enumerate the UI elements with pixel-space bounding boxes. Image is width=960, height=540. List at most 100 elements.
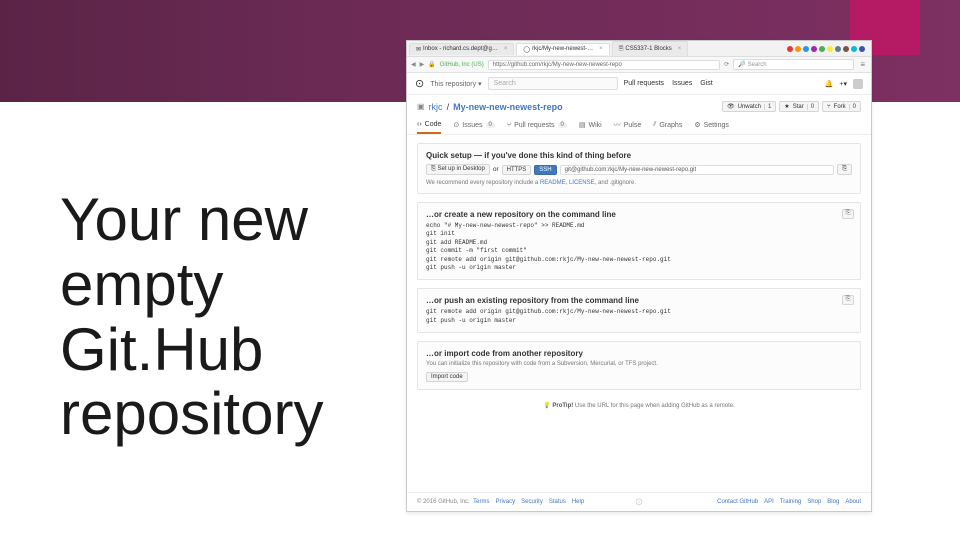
- push-repo-panel: ⎘ …or push an existing repository from t…: [417, 288, 861, 333]
- create-repo-commands: echo "# My-new-new-newest-repo" >> READM…: [426, 222, 852, 272]
- extension-icon[interactable]: [795, 46, 801, 52]
- extension-icon[interactable]: [819, 46, 825, 52]
- avatar[interactable]: [853, 79, 863, 89]
- tab-code[interactable]: ‹› Code: [417, 120, 441, 134]
- footer-link[interactable]: About: [845, 499, 861, 505]
- lock-icon: 🔒: [428, 61, 435, 68]
- nav-pull-requests[interactable]: Pull requests: [624, 80, 664, 87]
- browser-window: ✉ Inbox - richard.cs.dept@g… × ◯ rkjc/My…: [406, 40, 872, 512]
- nav-gist[interactable]: Gist: [700, 80, 712, 87]
- site-identity: GitHub, Inc (US): [440, 62, 484, 68]
- repo-header: ▣ rkjc / My-new-new-newest-repo 👁 Unwatc…: [407, 95, 871, 135]
- github-logo-icon: ⊙: [635, 497, 643, 508]
- tab-issues[interactable]: ⊙ Issues 0: [453, 120, 494, 134]
- slide-title: Your new empty Git.Hub repository: [60, 188, 390, 447]
- browser-tab[interactable]: 🗎 CS5337-1 Blocks ×: [612, 41, 689, 56]
- github-icon: ◯: [523, 46, 530, 53]
- search-placeholder: Search: [748, 62, 767, 68]
- or-label: or: [493, 166, 499, 173]
- github-footer: © 2016 GitHub, Inc. Terms Privacy Security…: [407, 492, 871, 511]
- github-topnav: ⊙ This repository ▾ Search Pull requests…: [407, 73, 871, 95]
- copy-icon[interactable]: ⎘: [842, 295, 854, 305]
- repo-tabs: ‹› Code ⊙ Issues 0 ⑂ Pull requests 0 ▤ W…: [417, 120, 861, 134]
- unwatch-button[interactable]: 👁 Unwatch1: [722, 101, 776, 112]
- tab-pull-requests[interactable]: ⑂ Pull requests 0: [507, 120, 567, 134]
- copy-icon[interactable]: ⎘: [842, 209, 854, 219]
- footer-link[interactable]: Help: [572, 499, 584, 505]
- browser-tab[interactable]: ✉ Inbox - richard.cs.dept@g… ×: [409, 43, 514, 55]
- path-separator: /: [447, 102, 450, 112]
- extension-icon[interactable]: [787, 46, 793, 52]
- reload-icon[interactable]: ⟳: [724, 61, 729, 68]
- clone-url-field[interactable]: git@github.com:rkjc/My-new-new-newest-re…: [560, 165, 835, 175]
- footer-link[interactable]: Blog: [827, 499, 839, 505]
- https-button[interactable]: HTTPS: [502, 165, 532, 175]
- extension-icon[interactable]: [803, 46, 809, 52]
- github-nav-links: Pull requests Issues Gist: [624, 80, 713, 87]
- repo-icon: ▣: [417, 102, 425, 111]
- footer-link[interactable]: Privacy: [495, 499, 515, 505]
- extension-icon[interactable]: [827, 46, 833, 52]
- search-icon: 🔎: [738, 61, 745, 68]
- nav-issues[interactable]: Issues: [672, 80, 692, 87]
- quick-setup-panel: Quick setup — if you've done this kind o…: [417, 143, 861, 194]
- footer-link[interactable]: Terms: [473, 499, 489, 505]
- footer-link[interactable]: Contact GitHub: [717, 499, 758, 505]
- back-icon[interactable]: ◀: [411, 61, 416, 68]
- import-repo-title: …or import code from another repository: [426, 349, 852, 358]
- tab-settings[interactable]: ⚙ Settings: [694, 120, 729, 134]
- tab-label: CS5337-1 Blocks: [625, 46, 671, 52]
- quick-setup-hint: We recommend every repository include a …: [426, 180, 852, 186]
- ssh-button[interactable]: SSH: [534, 165, 556, 175]
- notifications-icon[interactable]: 🔔: [825, 80, 834, 88]
- tab-label: Inbox - richard.cs.dept@g…: [423, 46, 498, 52]
- fork-button[interactable]: ⑂ Fork0: [822, 101, 861, 112]
- footer-copyright: © 2016 GitHub, Inc.: [417, 499, 470, 505]
- quick-setup-title: Quick setup — if you've done this kind o…: [426, 151, 852, 160]
- address-input[interactable]: https://github.com/rkjc/My-new-new-newes…: [488, 60, 720, 70]
- owner-link[interactable]: rkjc: [429, 102, 443, 112]
- extension-icon[interactable]: [843, 46, 849, 52]
- setup-desktop-button[interactable]: ⎘ Set up in Desktop: [426, 164, 490, 175]
- footer-link[interactable]: API: [764, 499, 774, 505]
- tab-wiki[interactable]: ▤ Wiki: [579, 120, 602, 134]
- tab-label: rkjc/My-new-newest-…: [532, 46, 593, 52]
- footer-link[interactable]: Shop: [807, 499, 821, 505]
- github-search-input[interactable]: Search: [488, 77, 618, 90]
- footer-link[interactable]: Status: [549, 499, 566, 505]
- star-button[interactable]: ★ Star0: [779, 101, 819, 112]
- browser-urlbar: ◀ ▶ 🔒 GitHub, Inc (US) https://github.co…: [407, 57, 871, 73]
- extension-icon[interactable]: [835, 46, 841, 52]
- forward-icon[interactable]: ▶: [420, 61, 425, 68]
- import-repo-sub: You can initialize this repository with …: [426, 361, 852, 367]
- push-repo-title: …or push an existing repository from the…: [426, 296, 852, 305]
- footer-link[interactable]: Security: [521, 499, 543, 505]
- create-repo-panel: ⎘ …or create a new repository on the com…: [417, 202, 861, 280]
- tab-graphs[interactable]: ⫽ Graphs: [653, 120, 682, 134]
- page-icon: 🗎: [619, 44, 624, 54]
- close-icon[interactable]: ×: [504, 46, 508, 52]
- footer-link[interactable]: Training: [780, 499, 801, 505]
- repo-link[interactable]: My-new-new-newest-repo: [453, 102, 563, 112]
- browser-search-input[interactable]: 🔎 Search: [733, 59, 854, 70]
- copy-url-button[interactable]: ⎘: [837, 164, 852, 175]
- protip: 💡 ProTip! Use the URL for this page when…: [417, 402, 861, 409]
- extension-icon[interactable]: [811, 46, 817, 52]
- browser-extensions: [787, 46, 869, 52]
- close-icon[interactable]: ×: [678, 46, 682, 52]
- browser-tabstrip: ✉ Inbox - richard.cs.dept@g… × ◯ rkjc/My…: [407, 41, 871, 57]
- scope-dropdown[interactable]: This repository ▾: [430, 80, 481, 88]
- import-repo-panel: …or import code from another repository …: [417, 341, 861, 390]
- menu-icon[interactable]: ≡: [858, 60, 867, 69]
- import-code-button[interactable]: Import code: [426, 372, 468, 382]
- extension-icon[interactable]: [859, 46, 865, 52]
- push-repo-commands: git remote add origin git@github.com:rkj…: [426, 308, 852, 325]
- tab-pulse[interactable]: 〰 Pulse: [614, 120, 642, 134]
- github-logo-icon[interactable]: ⊙: [415, 77, 424, 90]
- mail-icon: ✉: [416, 46, 421, 53]
- create-repo-title: …or create a new repository on the comma…: [426, 210, 852, 219]
- close-icon[interactable]: ×: [599, 46, 603, 52]
- extension-icon[interactable]: [851, 46, 857, 52]
- browser-tab[interactable]: ◯ rkjc/My-new-newest-… ×: [516, 43, 609, 55]
- create-new-icon[interactable]: +▾: [839, 80, 847, 88]
